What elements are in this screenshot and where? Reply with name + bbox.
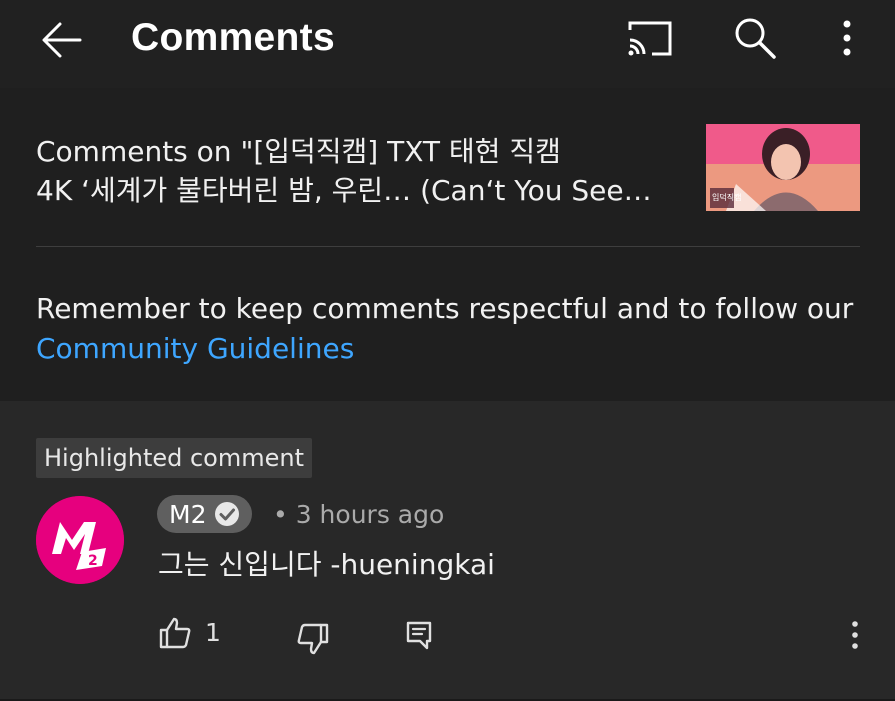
comment-text: 그는 신입니다 -hueningkai (158, 548, 495, 581)
more-vert-icon (843, 20, 851, 56)
comment-thread: Highlighted comment 2 M2 • 3 hours ago 그… (0, 401, 895, 701)
author-chip[interactable]: M2 (157, 495, 253, 533)
m2-logo-icon: 2 (36, 496, 124, 584)
back-arrow-icon (42, 22, 82, 58)
comments-info-panel: Comments on "[입덕직캠] TXT 태현 직캠 4K ‘세계가 불타… (0, 88, 895, 401)
verified-check-icon (215, 502, 240, 526)
video-thumbnail[interactable]: 입덕직캠 (706, 124, 860, 211)
video-title-line-1: Comments on "[입덕직캠] TXT 태현 직캠 (36, 135, 561, 168)
thumbs-up-icon (159, 617, 191, 649)
video-title-line-2: 4K ‘세계가 불타버린 밤, 우린… (Can‘t You See… (36, 174, 652, 207)
more-options-button[interactable] (836, 18, 858, 58)
svg-text:2: 2 (88, 553, 98, 569)
like-count: 1 (205, 618, 221, 647)
author-name: M2 (169, 499, 207, 529)
top-app-bar: Comments (0, 0, 895, 88)
cast-icon (628, 21, 672, 56)
thumbnail-image: 입덕직캠 (706, 124, 860, 211)
like-button[interactable] (158, 616, 192, 650)
video-title[interactable]: Comments on "[입덕직캠] TXT 태현 직캠 4K ‘세계가 불타… (36, 132, 696, 210)
notice-text: Remember to keep comments respectful and… (36, 292, 854, 325)
comment-meta: • 3 hours ago (273, 500, 444, 529)
search-button[interactable] (733, 16, 777, 60)
highlighted-comment-badge: Highlighted comment (36, 438, 313, 478)
guidelines-notice: Remember to keep comments respectful and… (36, 289, 866, 369)
avatar[interactable]: 2 (36, 496, 124, 584)
dislike-button[interactable] (296, 622, 330, 656)
thumbnail-label: 입덕직캠 (712, 192, 741, 202)
meta-separator: • (273, 500, 288, 529)
cast-button[interactable] (626, 18, 674, 58)
thumbs-down-icon (297, 623, 329, 655)
community-guidelines-link[interactable]: Community Guidelines (36, 332, 354, 365)
divider (36, 246, 860, 247)
reply-button[interactable] (405, 620, 433, 650)
reply-comment-icon (406, 621, 432, 650)
more-vert-icon (852, 621, 858, 649)
comment-timestamp: 3 hours ago (295, 500, 445, 529)
comment-more-button[interactable] (847, 619, 863, 651)
back-button[interactable] (40, 20, 84, 60)
page-title: Comments (131, 16, 335, 59)
search-icon (735, 18, 776, 59)
